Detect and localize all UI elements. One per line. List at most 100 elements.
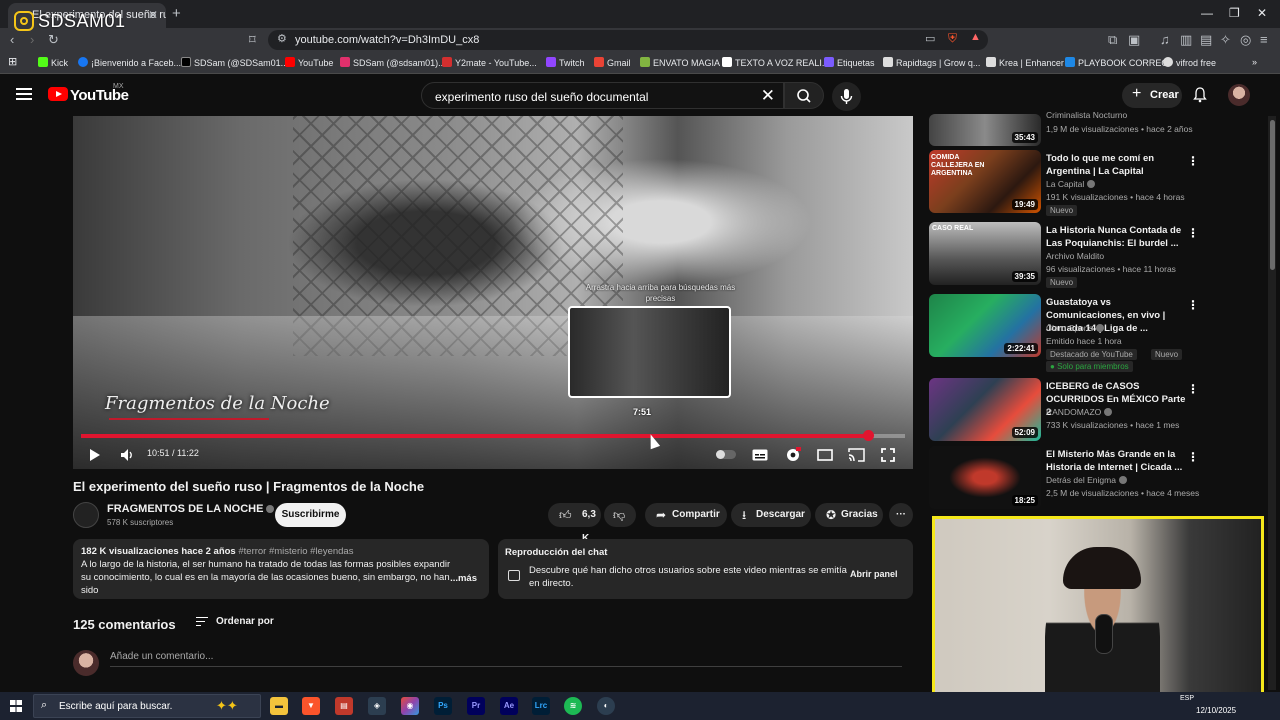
menu-icon[interactable]: ≡: [1260, 32, 1268, 47]
site-info-icon[interactable]: ⚙: [277, 32, 287, 45]
bookmark-item[interactable]: Krea | Enhancer: [986, 57, 1064, 68]
video-thumbnail[interactable]: CASO REAL 39:35: [929, 222, 1041, 285]
cast-icon[interactable]: [848, 448, 865, 462]
obs-icon[interactable]: ◐: [597, 697, 615, 715]
progress-bar[interactable]: [81, 430, 905, 441]
progress-scrubber[interactable]: [862, 430, 874, 441]
comment-input[interactable]: Añade un comentario...: [110, 651, 213, 662]
channel-avatar[interactable]: [73, 502, 99, 528]
reload-icon[interactable]: ↻: [48, 32, 59, 48]
video-thumbnail[interactable]: 2:22:41: [929, 294, 1041, 357]
volume-icon[interactable]: [120, 448, 135, 462]
clear-search-icon[interactable]: ✕: [761, 86, 775, 106]
restore-icon[interactable]: ❐: [1229, 6, 1240, 20]
bookmark-item[interactable]: SDSam (@sdsam01)...: [340, 57, 446, 68]
like-button[interactable]: 👍︎ 6,3 K: [548, 503, 601, 544]
play-icon[interactable]: [89, 448, 101, 462]
more-options-icon[interactable]: ⋮: [1187, 450, 1199, 464]
thanks-button[interactable]: ✪ Gracias: [815, 503, 883, 527]
bookmark-item[interactable]: ¡Bienvenido a Faceb...: [78, 57, 181, 68]
forward-icon[interactable]: ›: [30, 32, 34, 47]
description-box[interactable]: 182 K visualizaciones hace 2 años #terro…: [73, 539, 489, 599]
close-window-icon[interactable]: ✕: [1257, 6, 1267, 20]
channel-name[interactable]: FRAGMENTOS DE LA NOCHE: [107, 503, 275, 515]
more-options-icon[interactable]: ⋮: [1187, 382, 1199, 396]
new-tab-icon[interactable]: +: [172, 5, 181, 22]
close-tab-icon[interactable]: ✕: [148, 8, 158, 22]
notifications-bell-icon[interactable]: [1193, 87, 1207, 103]
subscribe-button[interactable]: Suscribirme: [275, 503, 346, 527]
leo-icon[interactable]: ✧: [1220, 32, 1231, 48]
file-explorer-icon[interactable]: ▬: [270, 697, 288, 715]
show-more-link[interactable]: ...más: [450, 572, 477, 585]
vpn-icon[interactable]: ◎: [1240, 32, 1251, 48]
app-icon[interactable]: ◈: [368, 697, 386, 715]
video-thumbnail[interactable]: COMIDA CALLEJERA EN ARGENTINA 19:49: [929, 150, 1041, 213]
screenshot-icon[interactable]: ▣: [1128, 32, 1140, 48]
music-icon[interactable]: ♫: [1160, 32, 1170, 47]
settings-gear-icon[interactable]: [785, 447, 801, 463]
apps-icon[interactable]: ⊞: [8, 55, 17, 68]
bookmark-item[interactable]: Etiquetas: [824, 57, 875, 68]
more-actions-button[interactable]: ···: [889, 503, 913, 527]
recommended-video[interactable]: 52:09 ICEBERG de CASOS OCURRIDOS En MÉXI…: [929, 378, 1259, 442]
bookmark-item[interactable]: SDSam (@SDSam01...: [181, 57, 288, 68]
brave-browser-icon[interactable]: ▼: [302, 697, 320, 715]
video-player[interactable]: Fragmentos de la Noche Arrastra hacia ar…: [73, 116, 913, 469]
share-button[interactable]: ➦ Compartir: [645, 503, 727, 527]
bookmark-item[interactable]: PLAYBOOK CORREO: [1065, 57, 1168, 68]
recommended-video[interactable]: 18:25 El Misterio Más Grande en la Histo…: [929, 446, 1259, 510]
search-button[interactable]: [784, 82, 824, 109]
video-thumbnail[interactable]: 35:43: [929, 114, 1041, 146]
recommended-video[interactable]: CASO REAL 39:35 La Historia Nunca Contad…: [929, 222, 1259, 288]
scrollbar-thumb[interactable]: [1270, 120, 1275, 270]
taskbar-date[interactable]: 12/10/2025: [1196, 706, 1236, 715]
cast-icon[interactable]: ▭: [925, 32, 935, 45]
fullscreen-icon[interactable]: [881, 448, 895, 462]
more-options-icon[interactable]: ⋮: [1187, 226, 1199, 240]
after-effects-icon[interactable]: Ae: [500, 697, 518, 715]
open-chat-button[interactable]: Abrir panel: [850, 569, 898, 579]
url-bar[interactable]: ⚙ youtube.com/watch?v=Dh3ImDU_cx8 ▭ ⛨ ▲: [268, 30, 988, 50]
sort-icon[interactable]: [196, 617, 208, 627]
theater-mode-icon[interactable]: [817, 449, 833, 461]
sort-button[interactable]: Ordenar por: [216, 616, 274, 627]
voice-search-button[interactable]: [832, 82, 861, 111]
lightroom-icon[interactable]: Lrc: [532, 697, 550, 715]
subtitles-icon[interactable]: [752, 449, 768, 461]
back-icon[interactable]: ‹: [10, 32, 14, 47]
recommended-video[interactable]: COMIDA CALLEJERA EN ARGENTINA 19:49 Todo…: [929, 150, 1259, 216]
more-options-icon[interactable]: ⋮: [1187, 154, 1199, 168]
bookmark-item[interactable]: TEXTO A VOZ REALI...: [722, 57, 829, 68]
language-indicator[interactable]: ESP: [1180, 695, 1194, 702]
app-icon[interactable]: ◉: [401, 697, 419, 715]
spotify-icon[interactable]: ≋: [564, 697, 582, 715]
autoplay-toggle[interactable]: [716, 450, 736, 459]
more-options-icon[interactable]: ⋮: [1187, 298, 1199, 312]
more-bookmarks-icon[interactable]: »: [1252, 57, 1257, 67]
description-tags[interactable]: #terror #misterio #leyendas: [238, 546, 353, 557]
video-thumbnail[interactable]: 18:25: [929, 446, 1041, 509]
taskbar-search-input[interactable]: ⌕ Escribe aquí para buscar. ✦✦: [33, 694, 261, 718]
bookmark-item[interactable]: Rapidtags | Grow q...: [883, 57, 980, 68]
video-thumbnail[interactable]: 52:09: [929, 378, 1041, 441]
menu-icon[interactable]: [16, 88, 32, 100]
sidebar-icon[interactable]: ▥: [1180, 32, 1192, 48]
bookmark-item[interactable]: Kick: [38, 57, 68, 68]
minimize-icon[interactable]: —: [1201, 6, 1213, 20]
search-input[interactable]: experimento ruso del sueño documental ✕: [421, 82, 784, 109]
bookmark-item[interactable]: ENVATO MAGIA: [640, 57, 720, 68]
premiere-icon[interactable]: Pr: [467, 697, 485, 715]
bookmark-item[interactable]: Y2mate - YouTube...: [442, 57, 537, 68]
recommended-video[interactable]: 2:22:41 Guastatoya vs Comunicaciones, en…: [929, 294, 1259, 372]
download-button[interactable]: ⭳ Descargar: [731, 503, 811, 527]
bookmark-item[interactable]: Gmail: [594, 57, 631, 68]
photoshop-icon[interactable]: Ps: [434, 697, 452, 715]
bookmark-icon[interactable]: ⌑: [249, 32, 256, 48]
brave-shield-icon[interactable]: ⛨: [948, 31, 957, 46]
app-icon[interactable]: ▤: [335, 697, 353, 715]
bookmark-item[interactable]: YouTube: [285, 57, 333, 68]
extensions-icon[interactable]: ⧉: [1108, 32, 1117, 48]
brave-rewards-icon[interactable]: ▲: [970, 31, 981, 43]
dislike-button[interactable]: 👎︎: [604, 503, 636, 527]
